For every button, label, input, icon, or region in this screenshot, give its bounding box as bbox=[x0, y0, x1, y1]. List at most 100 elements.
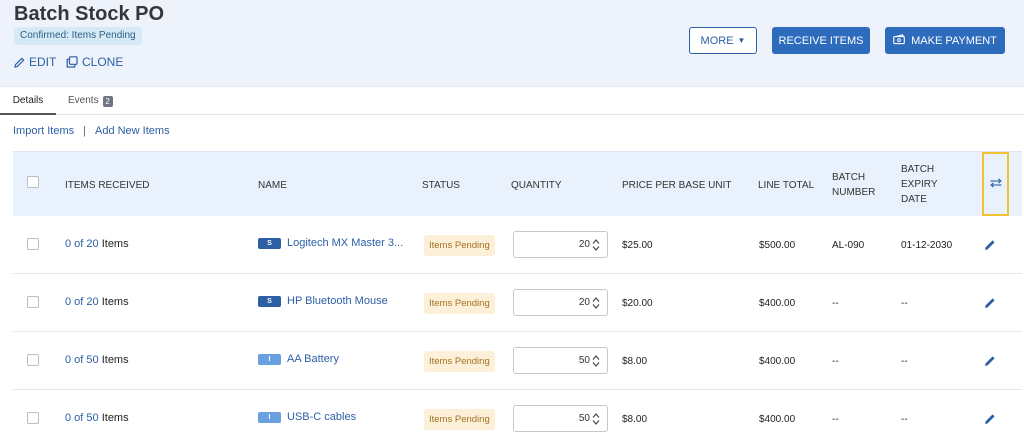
table-row: 0 of 20 Items S HP Bluetooth Mouse Items… bbox=[13, 274, 1022, 332]
column-settings-button[interactable] bbox=[982, 152, 1009, 216]
line-total-cell: $400.00 bbox=[759, 414, 796, 425]
item-type-badge: S bbox=[258, 237, 281, 249]
item-type-badge: I bbox=[258, 411, 281, 423]
item-type-badge: S bbox=[258, 295, 281, 307]
clone-button[interactable]: CLONE bbox=[66, 55, 123, 69]
column-name: NAME bbox=[258, 180, 287, 191]
item-name-link[interactable]: USB-C cables bbox=[287, 411, 356, 423]
line-total-cell: $400.00 bbox=[759, 298, 796, 309]
money-icon bbox=[893, 33, 906, 48]
batch-number-cell: AL-090 bbox=[832, 240, 865, 251]
batch-number-cell: -- bbox=[832, 414, 839, 425]
price-cell: $8.00 bbox=[622, 356, 648, 367]
edit-button[interactable]: EDIT bbox=[14, 55, 56, 69]
tab-bar: Details Events 2 bbox=[0, 87, 1024, 115]
table-header: ITEMS RECEIVED NAME STATUS QUANTITY PRIC… bbox=[13, 151, 1022, 216]
quantity-stepper[interactable] bbox=[513, 289, 608, 316]
spinner-arrows-icon[interactable] bbox=[592, 412, 600, 426]
item-type-badge: I bbox=[258, 353, 281, 365]
column-line-total: LINE TOTAL bbox=[758, 180, 815, 191]
edit-label: EDIT bbox=[29, 55, 57, 69]
copy-icon bbox=[66, 56, 78, 68]
tab-events[interactable]: Events 2 bbox=[68, 87, 113, 115]
status-badge: Confirmed: Items Pending bbox=[14, 27, 142, 45]
row-edit-button[interactable] bbox=[984, 297, 996, 312]
table-row: 0 of 20 Items S Logitech MX Master 3... … bbox=[13, 216, 1022, 274]
items-suffix: Items bbox=[101, 296, 129, 308]
column-batch-number: BATCH NUMBER bbox=[832, 172, 876, 198]
quantity-stepper[interactable] bbox=[513, 405, 608, 432]
make-payment-button[interactable]: MAKE PAYMENT bbox=[885, 27, 1005, 54]
column-items-received: ITEMS RECEIVED bbox=[65, 180, 150, 191]
events-count-badge: 2 bbox=[102, 95, 113, 107]
line-total-cell: $500.00 bbox=[759, 240, 796, 251]
page-title: Batch Stock PO bbox=[14, 3, 165, 25]
actions-separator: | bbox=[83, 125, 86, 137]
items-suffix: Items bbox=[101, 412, 129, 424]
more-button[interactable]: MORE ▼ bbox=[689, 27, 757, 54]
item-name-cell: S Logitech MX Master 3... bbox=[258, 237, 403, 249]
row-checkbox[interactable] bbox=[27, 412, 39, 424]
quantity-input[interactable] bbox=[514, 290, 592, 315]
items-received-cell: 0 of 20 Items bbox=[65, 296, 129, 308]
row-edit-button[interactable] bbox=[984, 239, 996, 254]
more-label: MORE bbox=[700, 34, 734, 47]
price-cell: $8.00 bbox=[622, 414, 648, 425]
batch-expiry-cell: 01-12-2030 bbox=[901, 240, 953, 251]
pencil-icon bbox=[14, 57, 25, 68]
receive-items-button[interactable]: RECEIVE ITEMS bbox=[772, 27, 870, 54]
select-all-checkbox[interactable] bbox=[27, 176, 39, 188]
item-actions: Import Items | Add New Items bbox=[13, 125, 170, 137]
batch-number-cell: -- bbox=[832, 356, 839, 367]
batch-number-cell: -- bbox=[832, 298, 839, 309]
item-name-cell: I USB-C cables bbox=[258, 411, 356, 423]
items-received-link[interactable]: 0 of 50 bbox=[65, 354, 99, 366]
tab-details-label: Details bbox=[12, 95, 44, 106]
sliders-icon bbox=[989, 175, 1002, 193]
import-items-link[interactable]: Import Items bbox=[13, 125, 74, 137]
column-price: PRICE PER BASE UNIT bbox=[622, 180, 732, 191]
status-badge: Items Pending bbox=[424, 293, 495, 314]
quantity-input[interactable] bbox=[514, 406, 592, 431]
batch-expiry-cell: -- bbox=[901, 414, 908, 425]
row-edit-button[interactable] bbox=[984, 355, 996, 370]
make-payment-label: MAKE PAYMENT bbox=[911, 34, 997, 47]
quantity-input[interactable] bbox=[514, 348, 592, 373]
pencil-icon bbox=[984, 414, 996, 428]
spinner-arrows-icon[interactable] bbox=[592, 354, 600, 368]
spinner-arrows-icon[interactable] bbox=[592, 296, 600, 310]
quantity-input[interactable] bbox=[514, 232, 592, 257]
po-header: Batch Stock PO Confirmed: Items Pending … bbox=[0, 0, 1024, 87]
items-received-cell: 0 of 50 Items bbox=[65, 412, 129, 424]
pencil-icon bbox=[984, 240, 996, 254]
items-received-cell: 0 of 50 Items bbox=[65, 354, 129, 366]
spinner-arrows-icon[interactable] bbox=[592, 238, 600, 252]
status-badge: Items Pending bbox=[424, 351, 495, 372]
pencil-icon bbox=[984, 298, 996, 312]
items-received-link[interactable]: 0 of 20 bbox=[65, 238, 99, 250]
items-suffix: Items bbox=[101, 238, 129, 250]
price-cell: $20.00 bbox=[622, 298, 653, 309]
receive-items-label: RECEIVE ITEMS bbox=[778, 34, 864, 47]
item-name-link[interactable]: Logitech MX Master 3... bbox=[287, 237, 403, 249]
item-name-link[interactable]: AA Battery bbox=[287, 353, 339, 365]
row-edit-button[interactable] bbox=[984, 413, 996, 428]
row-checkbox[interactable] bbox=[27, 238, 39, 250]
quantity-stepper[interactable] bbox=[513, 231, 608, 258]
price-cell: $25.00 bbox=[622, 240, 653, 251]
status-badge: Items Pending bbox=[424, 409, 495, 430]
tab-details[interactable]: Details bbox=[0, 87, 56, 115]
row-checkbox[interactable] bbox=[27, 354, 39, 366]
batch-expiry-cell: -- bbox=[901, 298, 908, 309]
line-total-cell: $400.00 bbox=[759, 356, 796, 367]
item-name-cell: I AA Battery bbox=[258, 353, 339, 365]
add-new-items-link[interactable]: Add New Items bbox=[95, 125, 170, 137]
column-status: STATUS bbox=[422, 180, 460, 191]
pencil-icon bbox=[984, 356, 996, 370]
row-checkbox[interactable] bbox=[27, 296, 39, 308]
items-received-link[interactable]: 0 of 20 bbox=[65, 296, 99, 308]
item-name-link[interactable]: HP Bluetooth Mouse bbox=[287, 295, 388, 307]
quantity-stepper[interactable] bbox=[513, 347, 608, 374]
items-received-link[interactable]: 0 of 50 bbox=[65, 412, 99, 424]
table-row: 0 of 50 Items I AA Battery Items Pending… bbox=[13, 332, 1022, 390]
